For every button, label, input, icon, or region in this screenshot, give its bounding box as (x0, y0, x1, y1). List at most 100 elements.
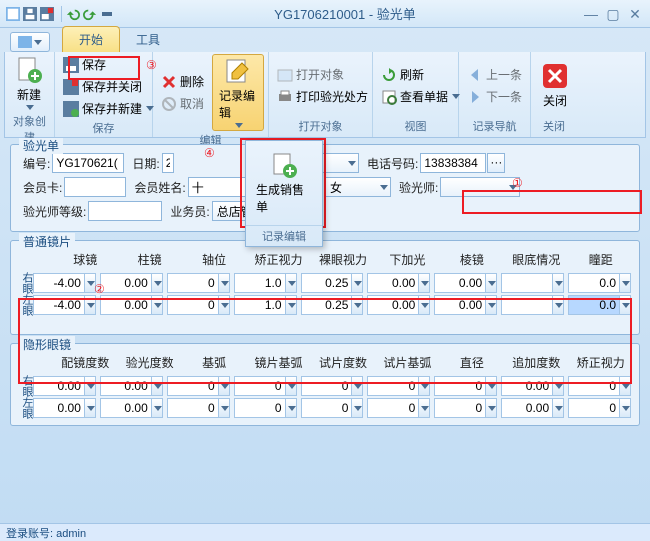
grid-cell-spinner[interactable] (367, 376, 430, 396)
grid-cell-input[interactable] (568, 273, 619, 293)
spinner-button[interactable] (552, 273, 564, 293)
spinner-button[interactable] (151, 273, 163, 293)
grid-cell-spinner[interactable] (167, 398, 230, 418)
grid-cell-spinner[interactable] (367, 273, 430, 293)
grid-cell-spinner[interactable] (501, 273, 564, 293)
grid-cell-spinner[interactable] (501, 295, 564, 315)
spinner-button[interactable] (351, 295, 363, 315)
spinner-button[interactable] (619, 376, 631, 396)
spinner-button[interactable] (552, 376, 564, 396)
grid-cell-spinner[interactable] (100, 295, 163, 315)
grid-cell-input[interactable] (33, 273, 84, 293)
spinner-button[interactable] (218, 273, 230, 293)
spinner-button[interactable] (619, 273, 631, 293)
grid-cell-input[interactable] (167, 376, 218, 396)
grid-cell-spinner[interactable] (167, 273, 230, 293)
generate-sale-button[interactable]: 生成销售单 (250, 149, 318, 217)
grid-cell-spinner[interactable] (234, 273, 297, 293)
spinner-button[interactable] (84, 295, 96, 315)
grid-cell-input[interactable] (33, 376, 84, 396)
date-input[interactable] (162, 153, 174, 173)
grid-cell-spinner[interactable] (100, 398, 163, 418)
grid-cell-input[interactable] (167, 273, 218, 293)
spinner-button[interactable] (84, 376, 96, 396)
grid-cell-input[interactable] (367, 295, 418, 315)
grid-cell-spinner[interactable] (568, 295, 631, 315)
new-button[interactable]: 新建 (9, 54, 49, 112)
grid-cell-input[interactable] (434, 398, 485, 418)
grid-cell-input[interactable] (100, 295, 151, 315)
grid-cell-spinner[interactable] (367, 295, 430, 315)
level-input[interactable] (88, 201, 162, 221)
grid-cell-spinner[interactable] (33, 398, 96, 418)
grid-cell-input[interactable] (434, 273, 485, 293)
grid-cell-input[interactable] (434, 295, 485, 315)
spinner-button[interactable] (485, 376, 497, 396)
grid-cell-input[interactable] (568, 398, 619, 418)
spinner-button[interactable] (218, 295, 230, 315)
grid-cell-input[interactable] (234, 398, 285, 418)
spinner-button[interactable] (485, 273, 497, 293)
grid-cell-input[interactable] (301, 376, 352, 396)
grid-cell-spinner[interactable] (33, 295, 96, 315)
grid-cell-input[interactable] (33, 398, 84, 418)
grid-cell-spinner[interactable] (568, 398, 631, 418)
next-record-button[interactable]: 下一条 (463, 86, 526, 107)
grid-cell-input[interactable] (367, 273, 418, 293)
cancel-button[interactable]: 取消 (157, 93, 208, 114)
close-window-button[interactable]: 关闭 (535, 60, 575, 111)
sex-select[interactable]: 女 (325, 177, 391, 197)
grid-cell-spinner[interactable] (434, 273, 497, 293)
redo-icon[interactable] (83, 7, 97, 21)
spinner-button[interactable] (485, 295, 497, 315)
delete-button[interactable]: 删除 (157, 71, 208, 92)
spinner-button[interactable] (151, 398, 163, 418)
grid-cell-spinner[interactable] (33, 273, 96, 293)
grid-cell-input[interactable] (100, 273, 151, 293)
grid-cell-spinner[interactable] (568, 376, 631, 396)
close-button[interactable]: ✕ (626, 5, 644, 23)
grid-cell-input[interactable] (367, 376, 418, 396)
grid-cell-spinner[interactable] (100, 376, 163, 396)
tab-start[interactable]: 开始 (62, 26, 120, 52)
spinner-button[interactable] (351, 273, 363, 293)
grid-cell-input[interactable] (434, 376, 485, 396)
grid-cell-input[interactable] (167, 398, 218, 418)
spinner-button[interactable] (84, 273, 96, 293)
refresh-button[interactable]: 刷新 (377, 64, 464, 85)
grid-cell-input[interactable] (234, 376, 285, 396)
phone-lookup-button[interactable]: ··· (487, 153, 505, 173)
spinner-button[interactable] (485, 398, 497, 418)
grid-cell-input[interactable] (234, 295, 285, 315)
spinner-button[interactable] (151, 376, 163, 396)
spinner-button[interactable] (218, 398, 230, 418)
grid-cell-spinner[interactable] (234, 398, 297, 418)
grid-cell-spinner[interactable] (301, 398, 364, 418)
spinner-button[interactable] (418, 376, 430, 396)
grid-cell-spinner[interactable] (367, 398, 430, 418)
grid-cell-input[interactable] (301, 273, 352, 293)
optometrist-select[interactable] (440, 177, 520, 197)
saveclose-button[interactable]: 保存并关闭 (59, 76, 158, 97)
save-button[interactable]: 保存 (59, 54, 158, 75)
spinner-button[interactable] (552, 398, 564, 418)
minimize-button[interactable]: — (582, 5, 600, 23)
number-input[interactable] (52, 153, 124, 173)
grid-cell-spinner[interactable] (501, 398, 564, 418)
spinner-button[interactable] (418, 398, 430, 418)
undo-icon[interactable] (66, 7, 80, 21)
grid-cell-spinner[interactable] (33, 376, 96, 396)
grid-cell-input[interactable] (100, 398, 151, 418)
grid-cell-input[interactable] (367, 398, 418, 418)
saveclose-icon[interactable] (40, 7, 54, 21)
grid-cell-spinner[interactable] (301, 376, 364, 396)
tab-tools[interactable]: 工具 (120, 27, 176, 52)
grid-cell-spinner[interactable] (100, 273, 163, 293)
grid-cell-input[interactable] (167, 295, 218, 315)
save-icon[interactable] (23, 7, 37, 21)
grid-cell-input[interactable] (501, 273, 552, 293)
spinner-button[interactable] (84, 398, 96, 418)
grid-cell-input[interactable] (568, 295, 619, 315)
spinner-button[interactable] (552, 295, 564, 315)
grid-cell-spinner[interactable] (434, 376, 497, 396)
